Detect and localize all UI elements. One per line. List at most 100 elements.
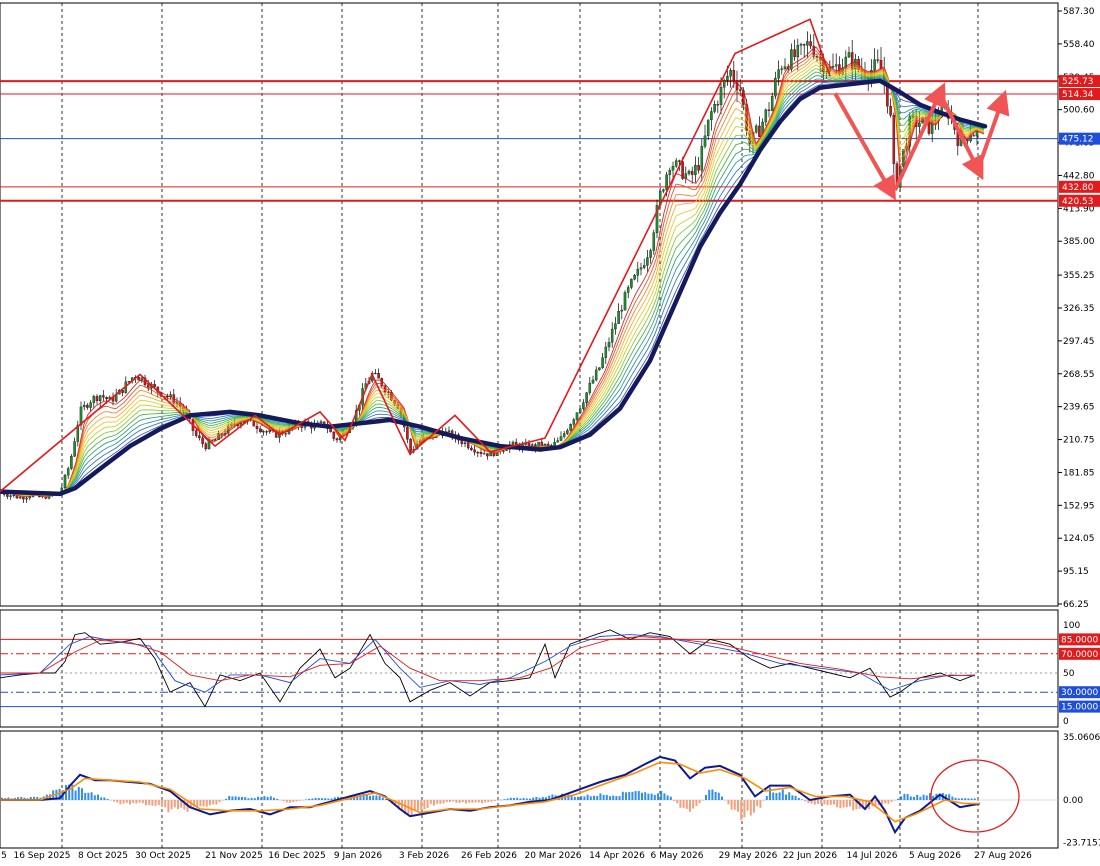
macd-histogram-bar: [820, 800, 823, 805]
candle-body: [86, 404, 89, 408]
macd-histogram-bar: [231, 796, 234, 800]
macd-histogram-bar: [525, 798, 528, 800]
macd-histogram-bar: [461, 800, 464, 803]
macd-histogram-bar: [596, 795, 599, 800]
candle-body: [799, 44, 803, 46]
candle-body: [630, 279, 633, 288]
candle-body: [706, 119, 710, 137]
macd-histogram-bar: [138, 800, 141, 803]
macd-y-tick-label: 0.00: [1063, 796, 1083, 806]
macd-histogram-bar: [449, 800, 451, 803]
macd-histogram-bar: [417, 800, 419, 811]
macd-histogram-bar: [621, 791, 624, 800]
macd-histogram-bar: [244, 797, 247, 800]
macd-histogram-bar: [900, 796, 903, 800]
macd-histogram-bar: [151, 800, 154, 806]
macd-histogram-bar: [679, 800, 682, 808]
candle-body: [614, 323, 617, 330]
macd-histogram-bar: [772, 792, 775, 800]
stochastic-y-tick-label: 15.0000: [1061, 703, 1098, 713]
macd-histogram-bar: [420, 800, 423, 811]
price-y-tick-label: 500.60: [1063, 106, 1095, 116]
macd-histogram-bar: [599, 793, 602, 800]
candle-body: [758, 125, 761, 137]
macd-histogram-bar: [439, 800, 442, 804]
stochastic-y-tick-label: 100: [1063, 621, 1080, 631]
candle-body: [463, 442, 467, 444]
macd-histogram-bar: [513, 797, 515, 800]
macd-histogram-bar: [602, 794, 605, 800]
candle-body: [22, 496, 25, 500]
macd-histogram-bar: [330, 798, 333, 800]
price-y-tick-label: 442.80: [1063, 171, 1095, 181]
macd-histogram-bar: [132, 800, 135, 804]
macd-histogram-bar: [721, 796, 723, 800]
x-tick-label: 16 Sep 2025: [13, 851, 70, 861]
macd-histogram-bar: [612, 795, 615, 800]
candle-body: [486, 453, 489, 457]
candle-body: [802, 44, 806, 46]
macd-histogram-bar: [650, 793, 653, 800]
candle-body: [105, 397, 108, 400]
macd-histogram-bar: [916, 794, 919, 800]
macd-histogram-bar: [727, 800, 730, 805]
price-y-tick-label: 385.00: [1063, 237, 1095, 247]
macd-histogram-bar: [372, 795, 375, 800]
candle-body: [687, 171, 691, 174]
macd-histogram-bar: [237, 796, 240, 800]
macd-histogram-bar: [529, 798, 531, 800]
macd-histogram-bar: [887, 800, 890, 804]
candle-body: [18, 496, 22, 499]
macd-histogram-bar: [589, 796, 592, 800]
macd-histogram-bar: [413, 800, 416, 811]
macd-histogram-bar: [161, 800, 163, 807]
macd-histogram-bar: [122, 800, 125, 804]
candle-body: [649, 250, 652, 258]
macd-histogram-bar: [497, 800, 499, 801]
macd-histogram-bar: [813, 800, 816, 805]
candle-body: [73, 441, 76, 457]
macd-histogram-bar: [500, 799, 503, 801]
macd-histogram-bar: [586, 794, 589, 800]
candle-body: [652, 232, 656, 251]
macd-histogram-bar: [436, 800, 439, 804]
macd-histogram-bar: [913, 796, 915, 800]
macd-histogram-bar: [903, 793, 906, 800]
macd-histogram-bar: [87, 792, 90, 800]
macd-histogram-bar: [266, 796, 269, 800]
x-tick-label: 20 Mar 2026: [524, 851, 581, 861]
candle-body: [591, 379, 595, 384]
macd-histogram-bar: [116, 800, 119, 803]
macd-histogram-bar: [445, 800, 448, 802]
candle-body: [82, 404, 86, 408]
candle-body: [137, 377, 140, 381]
candle-body: [780, 68, 784, 70]
macd-histogram-bar: [906, 793, 909, 800]
macd-histogram-bar: [605, 794, 608, 800]
x-tick-label: 29 May 2026: [719, 851, 778, 861]
macd-histogram-bar: [154, 800, 157, 806]
macd-histogram-bar: [212, 800, 215, 805]
macd-histogram-bar: [509, 797, 512, 800]
macd-histogram-bar: [852, 800, 855, 811]
macd-histogram-bar: [84, 793, 87, 800]
macd-histogram-bar: [737, 800, 739, 812]
candle-body: [774, 78, 777, 97]
candle-body: [607, 342, 611, 348]
macd-histogram-bar: [493, 800, 496, 802]
macd-histogram-bar: [625, 792, 627, 800]
price-y-tick-label: 587.30: [1063, 7, 1095, 17]
macd-histogram-bar: [535, 796, 538, 800]
macd-histogram-bar: [692, 800, 695, 809]
candle-body: [716, 104, 720, 106]
macd-histogram-bar: [317, 798, 320, 800]
candle-body: [482, 453, 486, 455]
x-tick-label: 30 Oct 2025: [135, 851, 191, 861]
macd-histogram-bar: [113, 800, 115, 802]
candle-body: [98, 395, 102, 402]
macd-histogram-bar: [631, 791, 634, 800]
macd-histogram-bar: [801, 799, 803, 800]
macd-histogram-bar: [794, 795, 797, 800]
macd-histogram-bar: [714, 791, 717, 800]
candle-body: [6, 494, 9, 497]
